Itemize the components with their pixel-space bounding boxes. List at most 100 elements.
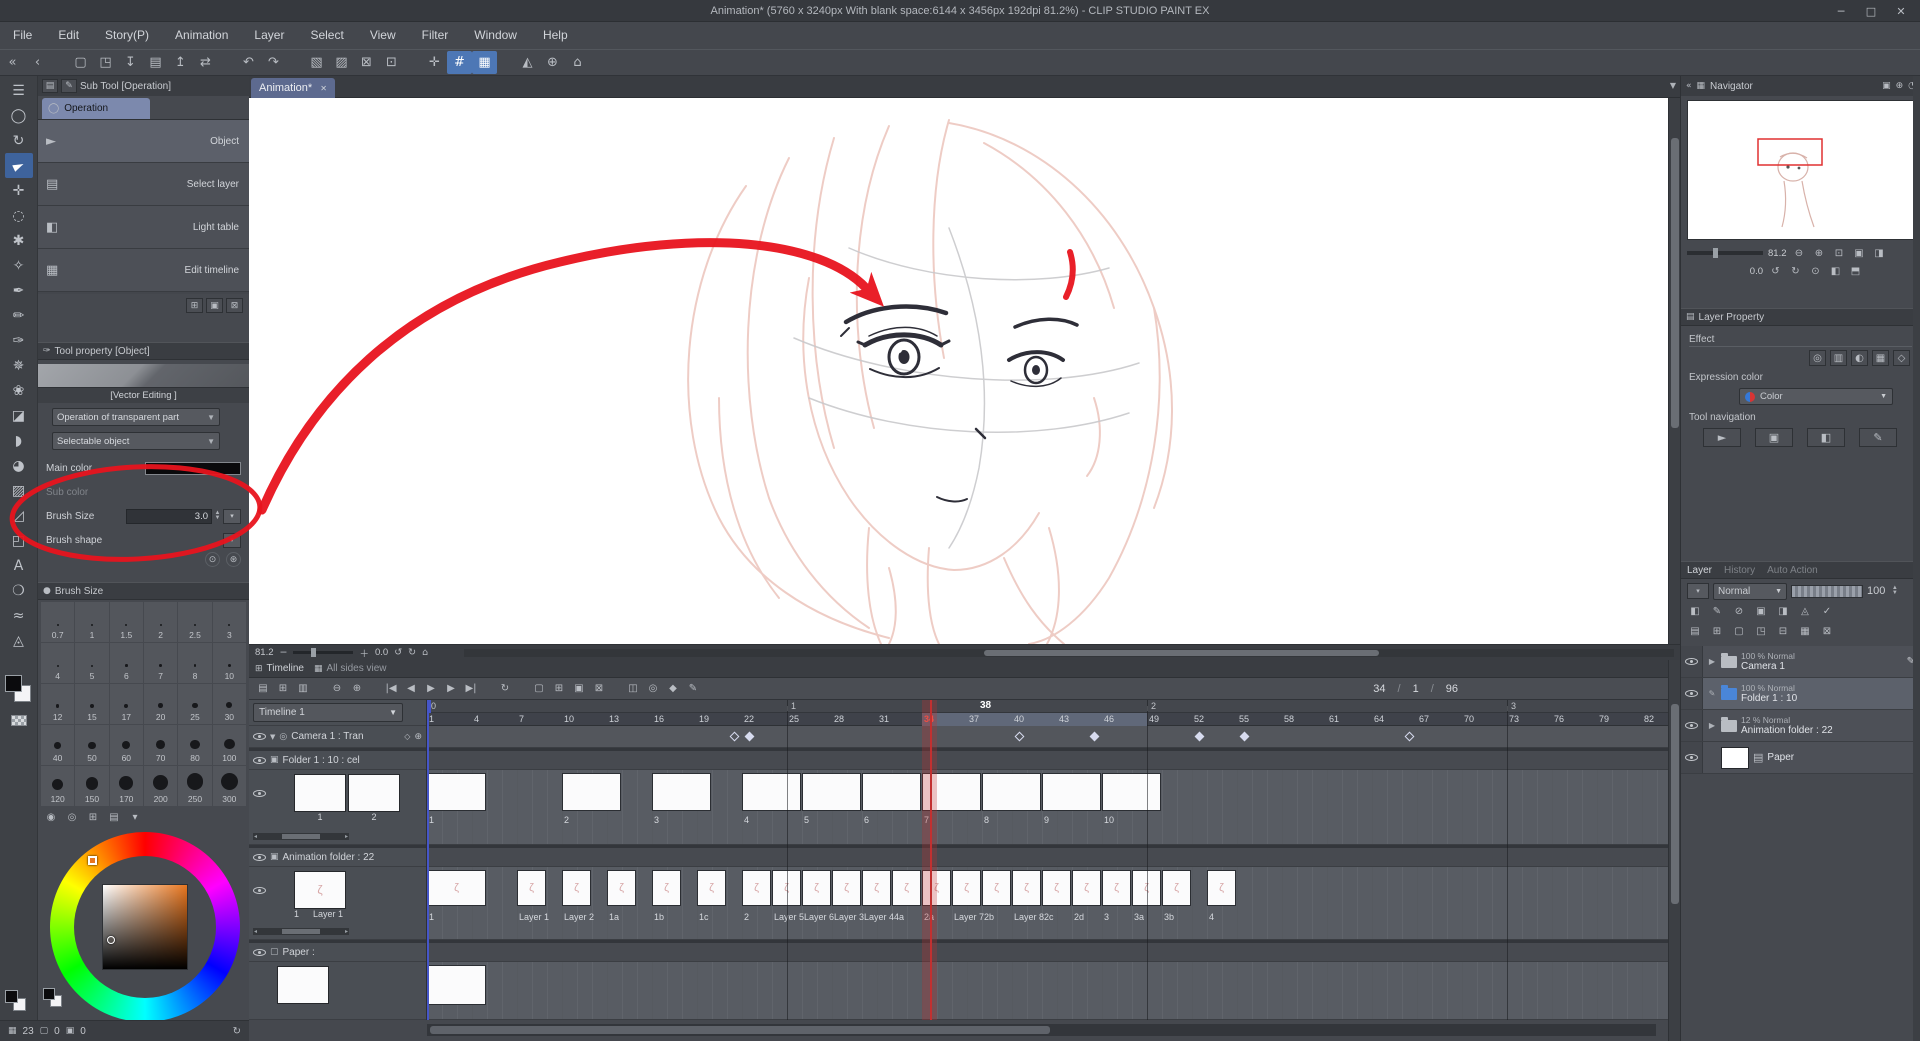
brush-shape-dropdown[interactable]: ▾: [223, 532, 241, 548]
brush-size-option-4[interactable]: 4: [41, 643, 75, 683]
bottom-color-swatches[interactable]: [5, 990, 33, 1014]
mixing-palette-tab[interactable]: ▤: [107, 812, 121, 823]
save-icon[interactable]: ↧: [118, 51, 143, 74]
brush-size-option-8[interactable]: 8: [178, 643, 212, 683]
decoration-tool[interactable]: ❀: [5, 378, 33, 403]
layer-row-folder-1-10[interactable]: ✎ 100 % Normal Folder 1 : 10: [1681, 678, 1920, 710]
brush-size-option-6[interactable]: 6: [109, 643, 143, 683]
anim-cel-1c[interactable]: ζ: [697, 870, 726, 906]
frame-label-40[interactable]: 40: [1014, 714, 1024, 724]
paper-cel-1[interactable]: [427, 965, 486, 1005]
zoom-out-timeline-icon[interactable]: ⊖: [327, 680, 347, 698]
menu-view[interactable]: View: [357, 22, 409, 49]
zoom-slider[interactable]: [293, 648, 354, 657]
paper-thumb[interactable]: [277, 966, 329, 1004]
deselect-icon[interactable]: ▧: [304, 51, 329, 74]
nav-rotate-right-icon[interactable]: ↻: [1788, 264, 1803, 278]
frame-label-67[interactable]: 67: [1419, 714, 1429, 724]
frame-label-64[interactable]: 64: [1374, 714, 1384, 724]
bottom-main-swatch[interactable]: [5, 990, 18, 1003]
navigator-title[interactable]: Navigator: [1710, 81, 1753, 92]
clip-mask-icon[interactable]: ◧: [1687, 604, 1703, 619]
navigator-zoom-slider[interactable]: [1687, 248, 1763, 258]
menu-edit[interactable]: Edit: [45, 22, 92, 49]
nav-light-table-icon[interactable]: ◧: [1807, 428, 1845, 447]
subview-icon[interactable]: ▣: [1882, 81, 1891, 91]
brush-size-option-2[interactable]: 2: [143, 602, 178, 642]
new-icon[interactable]: ▢: [68, 51, 93, 74]
keyframe-frame-21[interactable]: [729, 731, 740, 742]
zoom-tool[interactable]: ◯: [5, 103, 33, 128]
layer-expand-icon[interactable]: ▶: [1707, 657, 1717, 666]
playhead-current-frame[interactable]: [922, 700, 937, 1020]
layer-panel-tab-history[interactable]: History: [1724, 565, 1755, 576]
transparent-part-dropdown[interactable]: Operation of transparent part ▼: [52, 408, 220, 426]
color-wheel-tab[interactable]: ◉: [44, 812, 58, 823]
prev-frame-icon[interactable]: ◀: [401, 680, 421, 698]
menu-select[interactable]: Select: [297, 22, 356, 49]
color-history-swatches[interactable]: [43, 988, 67, 1012]
menu-filter[interactable]: Filter: [409, 22, 462, 49]
anim-cel-3b[interactable]: ζ: [1162, 870, 1191, 906]
layer-panel-tab-layer[interactable]: Layer: [1687, 565, 1712, 576]
print-icon[interactable]: ▤: [143, 51, 168, 74]
frame-label-82[interactable]: 82: [1644, 714, 1654, 724]
wheel-menu[interactable]: ▾: [128, 812, 142, 823]
brush-size-option-60[interactable]: 60: [109, 725, 143, 765]
anim-cel-layer-7[interactable]: ζ: [952, 870, 981, 906]
frame-label-31[interactable]: 31: [879, 714, 889, 724]
keyframe-frame-22[interactable]: [744, 731, 755, 742]
canvas-vertical-scrollbar[interactable]: [1668, 98, 1680, 644]
frame-label-43[interactable]: 43: [1059, 714, 1069, 724]
paper-cel-lane[interactable]: [427, 962, 1668, 1020]
keyframe-options-icon[interactable]: ⊕: [414, 732, 422, 742]
timeline-seconds-ruler[interactable]: 0 1 2 3 38: [427, 700, 1668, 713]
redo-icon[interactable]: ↷: [261, 51, 286, 74]
auto-select-tool[interactable]: ✱: [5, 228, 33, 253]
frame-label-70[interactable]: 70: [1464, 714, 1474, 724]
anim-cel-layer-6[interactable]: ζ: [802, 870, 831, 906]
brush-size-option-30[interactable]: 30: [212, 684, 246, 724]
tab-list-dropdown-icon[interactable]: ▼: [1670, 81, 1676, 90]
menu-animation[interactable]: Animation: [162, 22, 241, 49]
canvas-viewport[interactable]: [249, 98, 1680, 644]
snap-ruler-icon[interactable]: ✛: [422, 51, 447, 74]
camera-2d-icon[interactable]: ◎: [643, 680, 663, 698]
new-folder-icon[interactable]: ◳: [1753, 624, 1769, 639]
main-color-swatch[interactable]: [4, 675, 22, 692]
all-sides-view-tab[interactable]: ▦ All sides view: [314, 663, 387, 674]
set-as-reference-icon[interactable]: ✓: [1819, 604, 1835, 619]
layer-visibility-icon[interactable]: [1685, 688, 1698, 699]
nav-100-icon[interactable]: ▣: [1852, 246, 1867, 260]
brush-size-option-12[interactable]: 12: [41, 684, 75, 724]
folder1-cel-1[interactable]: [427, 773, 486, 811]
figure-tool[interactable]: ◿: [5, 503, 33, 528]
frame-label-16[interactable]: 16: [654, 714, 664, 724]
hue-marker[interactable]: [88, 856, 97, 865]
nav-zoom-in-icon[interactable]: ⊕: [1812, 246, 1827, 260]
undo-icon[interactable]: ↶: [236, 51, 261, 74]
navigator-zoom-icon[interactable]: ⊕: [1896, 81, 1904, 91]
history-back-icon[interactable]: ‹: [25, 51, 50, 74]
correct-line-tool[interactable]: ≈: [5, 603, 33, 628]
close-tab-icon[interactable]: ✕: [320, 84, 327, 93]
opacity-spinner[interactable]: ▲ ▼: [1889, 584, 1900, 599]
anim-cel-layer-2[interactable]: ζ: [562, 870, 591, 906]
frame-label-46[interactable]: 46: [1104, 714, 1114, 724]
folder1-cel-9[interactable]: [1042, 773, 1101, 811]
balloon-tool[interactable]: ❍: [5, 578, 33, 603]
merge-below-icon[interactable]: ⊟: [1775, 624, 1791, 639]
brush-size-option-7[interactable]: 7: [143, 643, 178, 683]
frame-label-79[interactable]: 79: [1599, 714, 1609, 724]
timeline-select-dropdown[interactable]: Timeline 1 ▼: [253, 703, 403, 722]
minimize-button[interactable]: ─: [1826, 0, 1856, 22]
menu-window[interactable]: Window: [461, 22, 530, 49]
timeline-lanes[interactable]: 0 1 2 3 38 1 4 7 10 13 16 19 22 25 28 31 34 37 40 43 46 49 52…: [427, 700, 1668, 1020]
anim-folder-visibility-icon[interactable]: [253, 852, 266, 863]
reset-view-icon[interactable]: ⌂: [565, 51, 590, 74]
brush-size-option-0-7[interactable]: 0.7: [41, 602, 75, 642]
anim-cel-3[interactable]: ζ: [1102, 870, 1131, 906]
playhead-start-frame[interactable]: [427, 700, 431, 1020]
anim-cel-visibility-icon[interactable]: [253, 885, 266, 896]
maximize-button[interactable]: □: [1856, 0, 1886, 22]
